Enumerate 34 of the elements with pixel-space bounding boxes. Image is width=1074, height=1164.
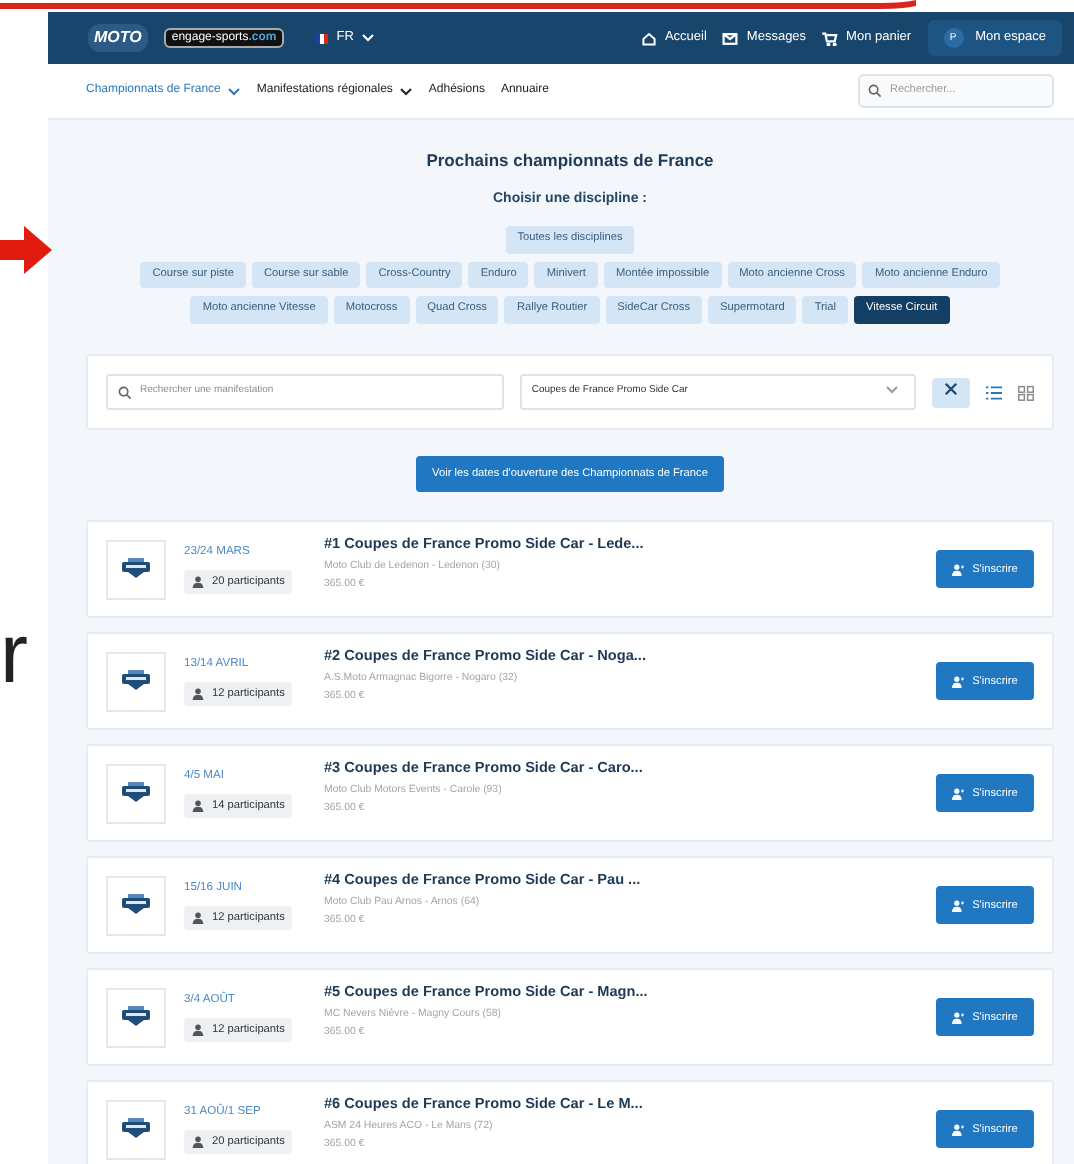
page-title: Prochains championnats de France [424, 148, 716, 174]
cart-icon [822, 31, 839, 45]
person-icon [192, 912, 204, 925]
list-view-button[interactable] [986, 383, 1002, 402]
person-add-icon [952, 1011, 965, 1024]
close-icon [943, 382, 958, 397]
caret-icon [885, 385, 898, 394]
arrow-icon [0, 226, 52, 274]
person-add-icon [952, 675, 965, 688]
caret-icon [361, 34, 374, 42]
search-icon [868, 84, 882, 98]
grid-view-button[interactable] [1018, 383, 1034, 402]
person-add-icon [952, 899, 965, 912]
large-letter: r [0, 612, 28, 696]
mail-icon [722, 31, 739, 45]
clear-button[interactable] [931, 377, 970, 408]
person-add-icon [952, 787, 965, 800]
person-add-icon [952, 1123, 965, 1136]
person-icon [192, 1136, 204, 1149]
logo-icon [122, 670, 150, 693]
person-icon [192, 688, 204, 701]
logo-icon [122, 558, 150, 581]
person-add-icon [952, 563, 965, 576]
logo[interactable]: MOTO [88, 24, 148, 52]
home-icon [642, 31, 657, 45]
logo-icon [122, 1118, 150, 1141]
person-icon [192, 576, 204, 589]
logo-icon [122, 782, 150, 805]
person-icon [192, 800, 204, 813]
flag-icon [316, 33, 329, 43]
person-icon [192, 1024, 204, 1037]
logo-icon [122, 894, 150, 917]
search-icon [118, 385, 132, 400]
logo-icon [122, 1006, 150, 1029]
